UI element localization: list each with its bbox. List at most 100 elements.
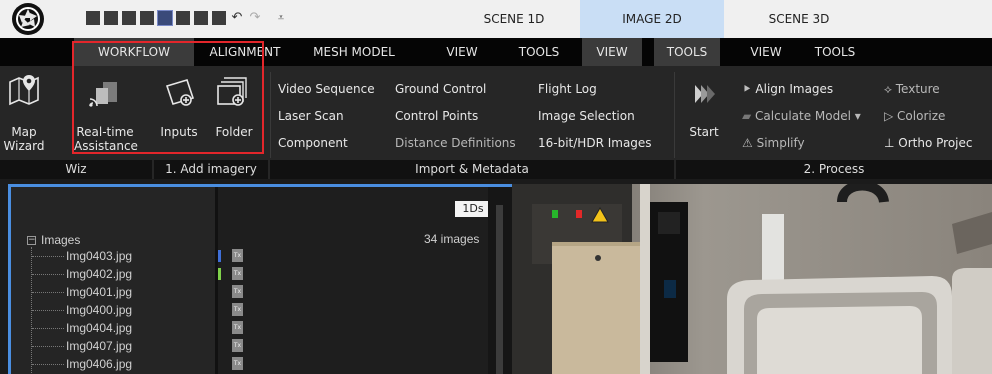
redo-icon[interactable]: ↷ (248, 11, 262, 25)
align-images-icon: ⯈ (742, 82, 756, 96)
start-label: Start (689, 125, 719, 139)
tab-view-1[interactable]: VIEW (434, 38, 490, 66)
colorize-button[interactable]: ▷ Colorize (884, 109, 945, 123)
tree-item-image[interactable]: Img0406.jpg (66, 357, 132, 371)
list-scrollbar[interactable] (488, 187, 512, 374)
laser-scan-button[interactable]: Laser Scan (278, 109, 344, 123)
tree-line (32, 364, 64, 365)
group-separator (674, 72, 675, 158)
map-wizard-button[interactable]: Map Wizard (2, 66, 46, 160)
map-wizard-label-line2: Wizard (3, 139, 45, 153)
image-tree: − Images Img0403.jpg Img0402.jpg Img0401… (11, 187, 215, 374)
title-bar: ↶ ↷ ⩡ SCENE 1D IMAGE 2D SCENE 3D (0, 0, 992, 38)
simplify-label: Simplify (756, 136, 805, 150)
texture-flag-icon: Tx (232, 357, 243, 370)
tab-tools-2[interactable]: TOOLS (654, 38, 720, 66)
tree-root-images[interactable]: Images (41, 233, 80, 247)
status-mark (218, 250, 221, 262)
texture-flag-icon: Tx (232, 339, 243, 352)
distance-definitions-button[interactable]: Distance Definitions (395, 136, 516, 150)
tab-view-3[interactable]: VIEW (738, 38, 794, 66)
scrollbar-thumb[interactable] (496, 205, 503, 374)
tab-tools-1[interactable]: TOOLS (508, 38, 570, 66)
tree-line (32, 310, 64, 311)
tree-item-image[interactable]: Img0403.jpg (66, 249, 132, 263)
images-panel: − Images Img0403.jpg Img0402.jpg Img0401… (8, 184, 512, 374)
tab-tools-3[interactable]: TOOLS (802, 38, 868, 66)
tab-mesh-model[interactable]: MESH MODEL (300, 38, 408, 66)
texture-flag-icon: Tx (232, 303, 243, 316)
ground-control-button[interactable]: Ground Control (395, 82, 486, 96)
tree-item-image[interactable]: Img0400.jpg (66, 303, 132, 317)
quick-access-toolbar: ↶ ↷ ⩡ (86, 10, 288, 26)
tree-line (32, 256, 64, 257)
image-list: 1Ds 34 images Tx Tx Tx Tx Tx Tx Tx (218, 187, 491, 374)
map-wizard-label-line1: Map (11, 125, 37, 139)
tree-line (32, 328, 64, 329)
texture-button[interactable]: ⟡ Texture (884, 82, 940, 97)
group-label-wiz: Wiz (65, 162, 87, 176)
colorize-icon: ▷ (884, 109, 898, 123)
status-mark (218, 268, 221, 280)
calculate-model-button[interactable]: ▰ Calculate Model ▾ (742, 109, 861, 123)
tree-line (32, 292, 64, 293)
app-window: ↶ ↷ ⩡ SCENE 1D IMAGE 2D SCENE 3D WORKFLO… (0, 0, 992, 374)
group-label-add-imagery: 1. Add imagery (165, 162, 257, 176)
context-scene-1d[interactable]: SCENE 1D (450, 0, 578, 38)
component-button[interactable]: Component (278, 136, 348, 150)
image-2d-view[interactable] (512, 184, 992, 374)
calculate-model-label: Calculate Model (755, 109, 851, 123)
tree-item-image[interactable]: Img0401.jpg (66, 285, 132, 299)
start-icon (695, 85, 715, 103)
ortho-projection-button[interactable]: ⊥ Ortho Projec (884, 136, 972, 150)
hdr-images-button[interactable]: 16-bit/HDR Images (538, 136, 652, 150)
layout-5-icon[interactable] (157, 10, 173, 26)
image-selection-button[interactable]: Image Selection (538, 109, 635, 123)
ortho-projection-icon: ⊥ (884, 136, 899, 150)
layout-3-icon[interactable] (122, 11, 136, 25)
layout-8-icon[interactable] (212, 11, 226, 25)
tree-item-image[interactable]: Img0402.jpg (66, 267, 132, 281)
simplify-button[interactable]: ⚠ Simplify (742, 136, 805, 150)
texture-label: Texture (895, 82, 940, 96)
texture-icon: ⟡ (884, 82, 896, 96)
calculate-model-dropdown-icon[interactable]: ▾ (851, 109, 861, 123)
tree-item-image[interactable]: Img0404.jpg (66, 321, 132, 335)
highlight-box (72, 41, 264, 154)
customize-dropdown-icon[interactable]: ⩡ (274, 11, 288, 25)
app-logo[interactable] (12, 3, 44, 35)
texture-flag-icon: Tx (232, 285, 243, 298)
undo-icon[interactable]: ↶ (230, 11, 244, 25)
texture-flag-icon: Tx (232, 249, 243, 262)
tree-line (32, 274, 64, 275)
collapse-icon[interactable]: − (27, 236, 36, 245)
align-images-button[interactable]: ⯈ Align Images (742, 82, 833, 97)
tree-item-image[interactable]: Img0407.jpg (66, 339, 132, 353)
group-label-import-metadata: Import & Metadata (415, 162, 529, 176)
ribbon-group-labels: Wiz 1. Add imagery Import & Metadata 2. … (0, 160, 992, 179)
align-images-label: Align Images (755, 82, 834, 96)
layout-6-icon[interactable] (176, 11, 190, 25)
layout-4-icon[interactable] (140, 11, 154, 25)
context-image-2d[interactable]: IMAGE 2D (580, 0, 724, 38)
start-button[interactable]: Start (682, 66, 726, 160)
control-points-button[interactable]: Control Points (395, 109, 478, 123)
layout-7-icon[interactable] (194, 11, 208, 25)
layout-1-icon[interactable] (86, 11, 100, 25)
calculate-model-icon: ▰ (742, 109, 756, 123)
video-sequence-button[interactable]: Video Sequence (278, 82, 375, 96)
tab-view-2[interactable]: VIEW (582, 38, 642, 66)
flight-log-button[interactable]: Flight Log (538, 82, 597, 96)
context-scene-3d[interactable]: SCENE 3D (730, 0, 868, 38)
simplify-icon: ⚠ (742, 136, 757, 150)
group-label-process: 2. Process (803, 162, 865, 176)
layout-2-icon[interactable] (104, 11, 118, 25)
tree-line (32, 346, 64, 347)
texture-flag-icon: Tx (232, 267, 243, 280)
photo-image (512, 184, 992, 374)
texture-flag-icon: Tx (232, 321, 243, 334)
1ds-badge[interactable]: 1Ds (455, 201, 491, 217)
map-wizard-icon (9, 75, 39, 106)
ortho-projection-label: Ortho Projec (898, 136, 973, 150)
image-count: 34 images (424, 232, 480, 246)
